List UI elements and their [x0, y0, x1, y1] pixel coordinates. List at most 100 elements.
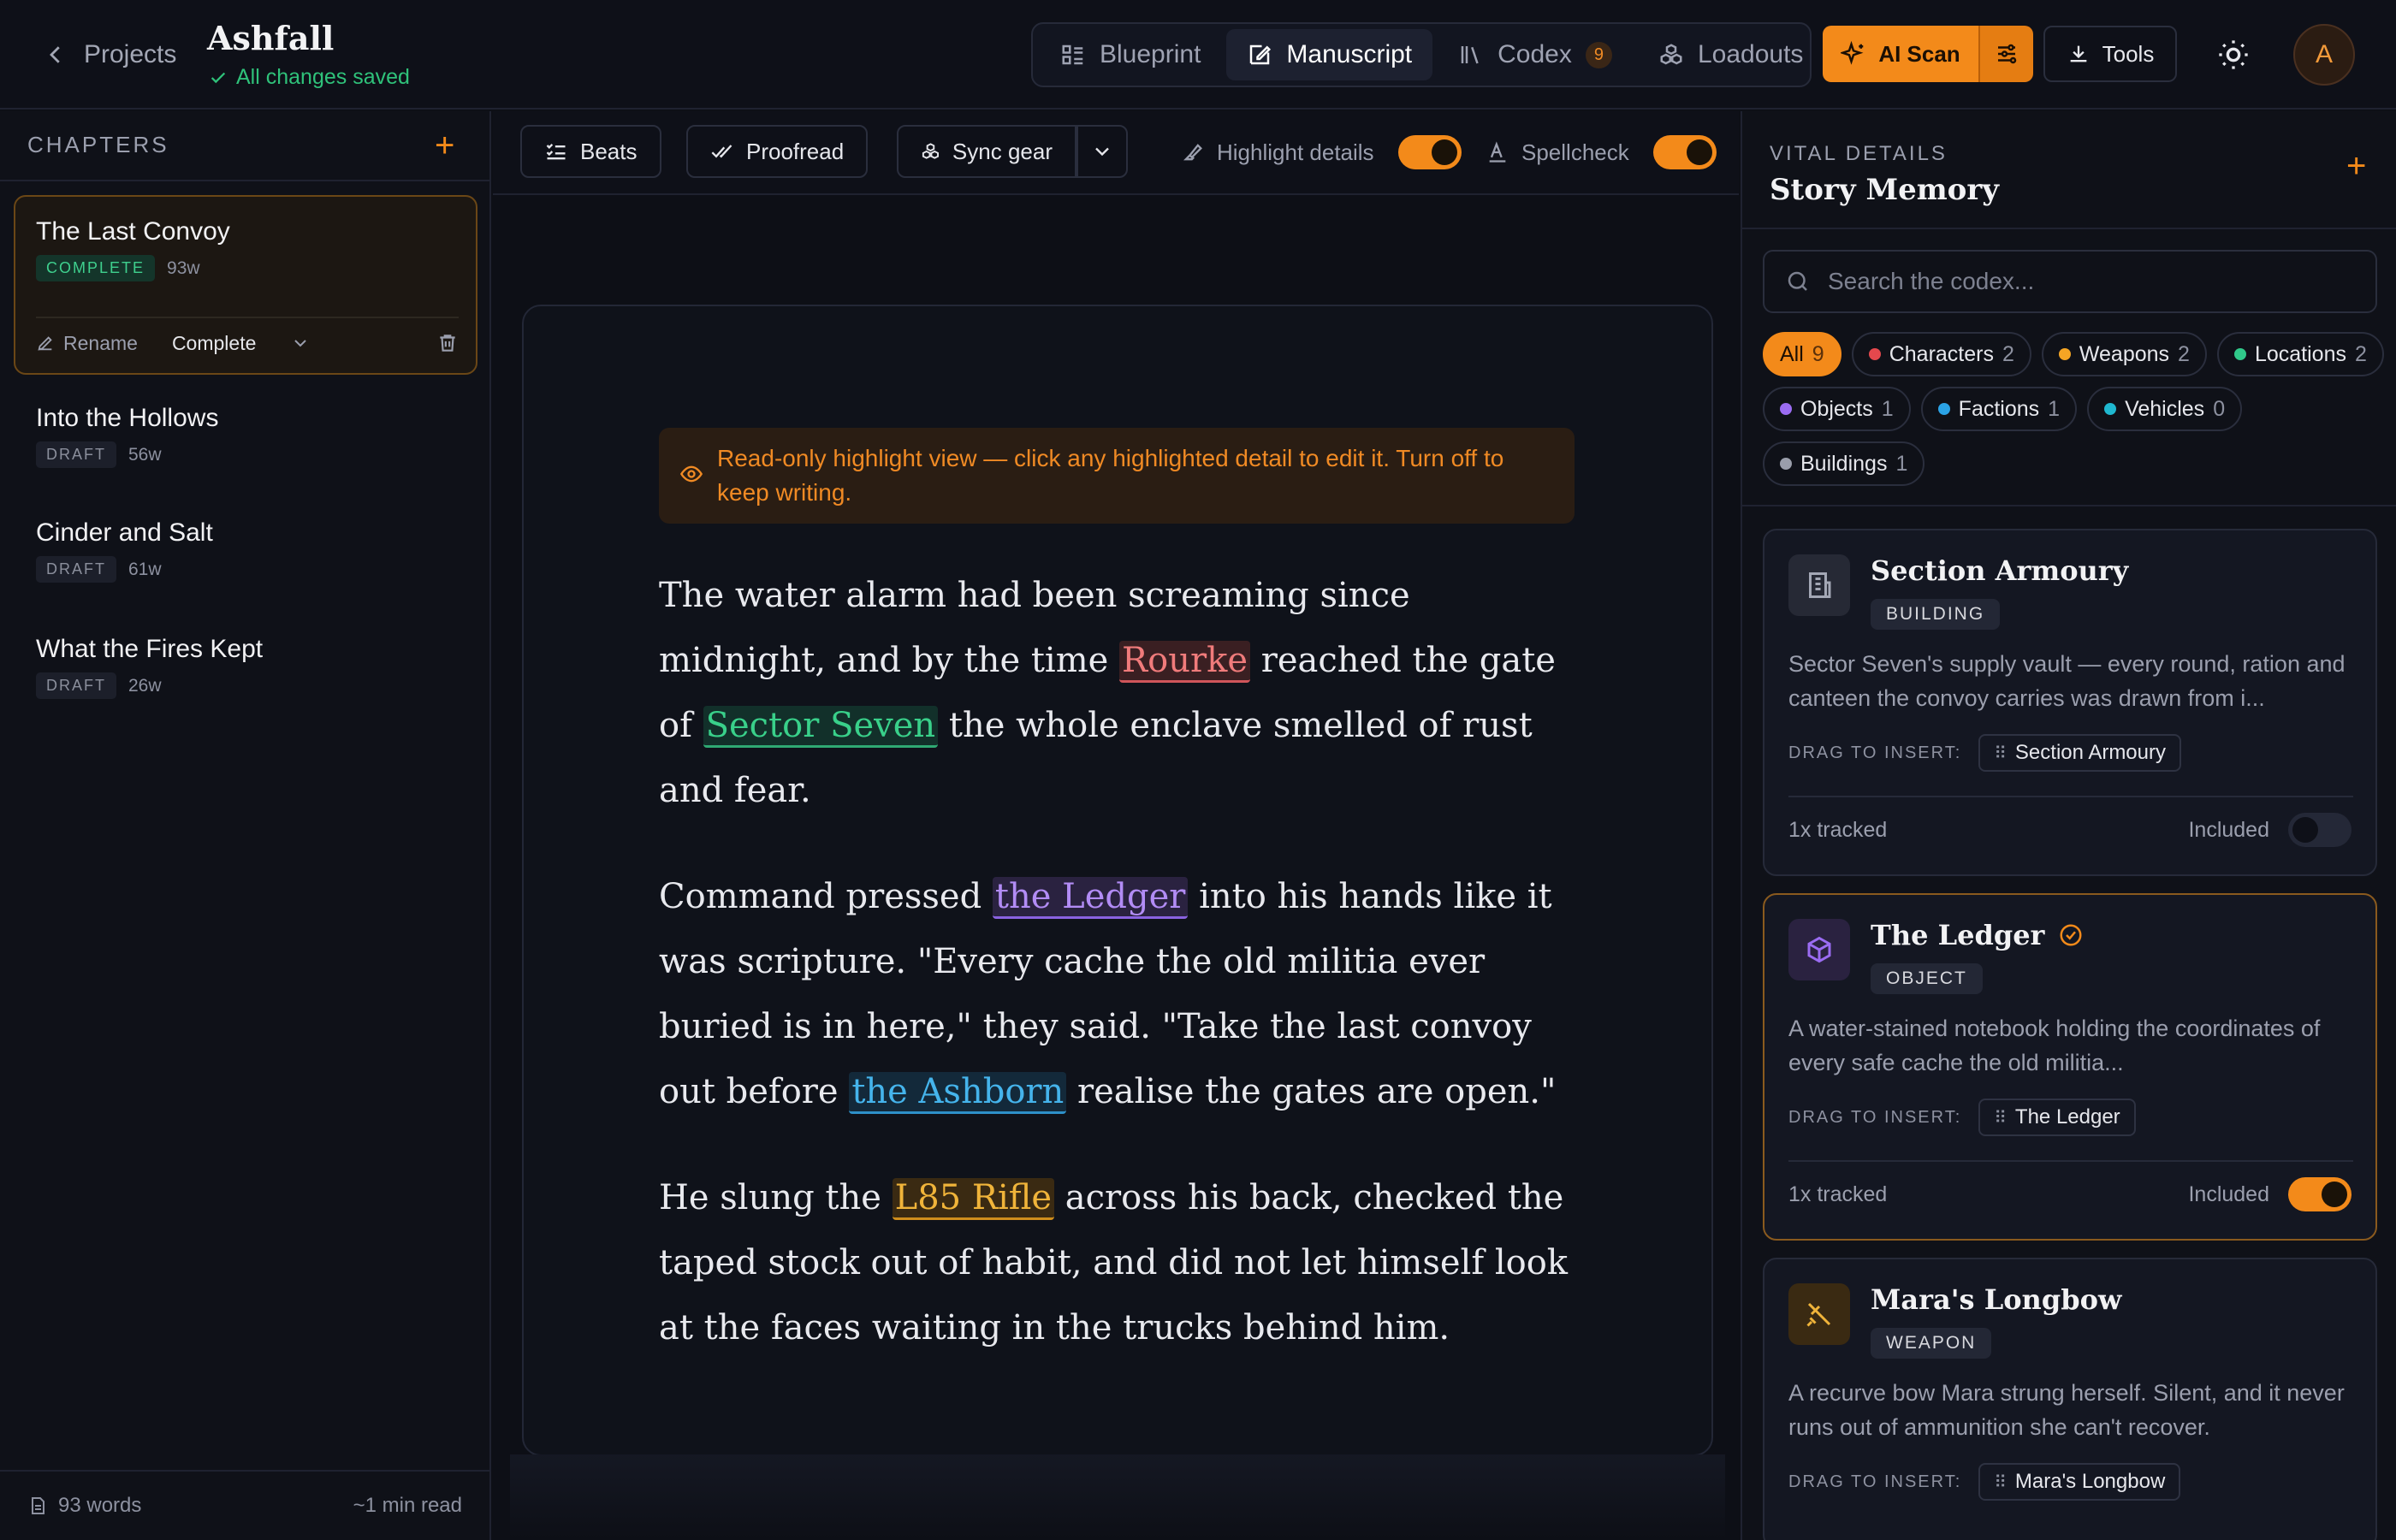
tab-label: Loadouts	[1697, 40, 1804, 68]
filter-chip-factions[interactable]: Factions 1	[1920, 387, 2078, 431]
chapter-status-select[interactable]: Complete	[172, 332, 311, 355]
chip-count: 1	[2048, 396, 2061, 421]
save-status-text: All changes saved	[236, 65, 410, 89]
word-count: 61w	[128, 559, 162, 579]
add-detail-button[interactable]: +	[2346, 149, 2366, 183]
chip-label: Characters	[1889, 341, 1994, 366]
highlighter-icon	[1183, 144, 1202, 161]
beats-label: Beats	[580, 138, 638, 164]
drag-pill[interactable]: ⠿ Section Armoury	[1978, 734, 2181, 772]
chevron-left-icon	[50, 46, 60, 63]
text-run: Command pressed	[659, 877, 993, 916]
chapters-sidebar: CHAPTERS + The Last Convoy COMPLETE 93w …	[0, 111, 491, 1540]
filter-chip-locations[interactable]: Locations 2	[2216, 332, 2384, 376]
filter-chip-all[interactable]: All 9	[1763, 332, 1841, 376]
back-to-projects-link[interactable]: Projects	[43, 38, 176, 72]
rename-button[interactable]: Rename	[36, 332, 138, 355]
drag-to-insert-row: DRAG TO INSERT: ⠿ Section Armoury	[1788, 734, 2181, 772]
filter-chip-weapons[interactable]: Weapons 2	[2041, 332, 2207, 376]
sync-gear-label: Sync gear	[952, 138, 1053, 164]
ai-scan-button[interactable]: AI Scan	[1823, 26, 1978, 82]
panel-label: VITAL DETAILS	[1770, 142, 1948, 165]
tab-loadouts[interactable]: Loadouts	[1638, 29, 1824, 80]
search-icon	[1788, 271, 1807, 291]
highlight-character[interactable]: Rourke	[1119, 641, 1251, 683]
document-icon	[32, 1497, 44, 1514]
edit-icon	[1250, 44, 1272, 65]
card-name: Section Armoury	[1871, 554, 2128, 587]
chip-count: 0	[2213, 396, 2226, 421]
status-select-value: Complete	[171, 331, 257, 354]
chip-label: Weapons	[2079, 341, 2170, 366]
editor-toolbar: Beats Proofread Sync gear Highlight deta…	[493, 111, 1739, 195]
boxes-icon	[1660, 44, 1682, 65]
ai-scan-label: AI Scan	[1878, 40, 1960, 67]
chapter-item[interactable]: Cinder and Salt DRAFT 61w	[36, 518, 213, 583]
chapter-item-active[interactable]: The Last Convoy COMPLETE 93w Rename Comp…	[14, 195, 477, 375]
spellcheck-toggle-row: Spellcheck	[1486, 135, 1717, 169]
highlight-weapon[interactable]: L85 Rifle	[892, 1178, 1055, 1220]
included-row: Included	[2188, 1177, 2352, 1211]
chip-count: 1	[1895, 451, 1908, 476]
highlight-faction[interactable]: the Ashborn	[849, 1072, 1067, 1114]
word-count: 26w	[128, 675, 162, 696]
back-label: Projects	[84, 40, 177, 68]
codex-search-input[interactable]: Search the codex...	[1763, 250, 2377, 313]
eye-icon	[679, 465, 703, 483]
included-toggle[interactable]	[2288, 813, 2352, 847]
sync-gear-menu-button[interactable]	[1076, 125, 1128, 178]
editor-area: Read-only highlight view — click any hig…	[493, 197, 1739, 1540]
included-toggle[interactable]	[2288, 1177, 2352, 1211]
verified-check-icon	[2060, 924, 2082, 946]
card-description: Sector Seven's supply vault — every roun…	[1788, 651, 2346, 711]
highlight-location[interactable]: Sector Seven	[703, 706, 939, 748]
tab-blueprint[interactable]: Blueprint	[1040, 29, 1221, 80]
sidebar-footer: 93 words ~1 min read	[0, 1470, 489, 1540]
codex-card-selected[interactable]: The Ledger OBJECT A water-stained notebo…	[1763, 893, 2377, 1241]
sync-gear-button[interactable]: Sync gear	[897, 125, 1076, 178]
chapters-heading: CHAPTERS	[27, 132, 169, 157]
dot-icon	[1780, 458, 1792, 470]
highlight-object[interactable]: the Ledger	[992, 877, 1189, 919]
proofread-button[interactable]: Proofread	[686, 125, 869, 178]
save-status: All changes saved	[209, 65, 410, 90]
drag-pill[interactable]: ⠿ Mara's Longbow	[1978, 1463, 2181, 1501]
codex-card[interactable]: Section Armoury BUILDING Sector Seven's …	[1763, 529, 2377, 876]
filter-chip-vehicles[interactable]: Vehicles 0	[2087, 387, 2243, 431]
tab-label: Manuscript	[1286, 40, 1413, 68]
add-chapter-button[interactable]: +	[435, 128, 454, 163]
highlight-details-toggle-row: Highlight details	[1181, 135, 1462, 169]
library-icon	[1461, 46, 1479, 64]
trash-icon[interactable]	[436, 332, 459, 354]
paragraph: Command pressed the Ledger into his hand…	[659, 864, 1583, 1124]
status-badge: DRAFT	[36, 672, 116, 699]
chapter-item[interactable]: Into the Hollows DRAFT 56w	[36, 404, 218, 468]
ai-scan-settings-button[interactable]	[1978, 26, 2033, 82]
filter-chip-buildings[interactable]: Buildings 1	[1763, 441, 1925, 486]
tools-button[interactable]: Tools	[2043, 26, 2177, 82]
rename-label: Rename	[63, 331, 138, 354]
manuscript-page: Read-only highlight view — click any hig…	[522, 305, 1713, 1456]
chip-count: 2	[2002, 341, 2014, 366]
boxes-icon	[922, 143, 940, 159]
sun-icon[interactable]	[2216, 38, 2251, 72]
beats-button[interactable]: Beats	[520, 125, 661, 178]
card-description: A water-stained notebook holding the coo…	[1788, 1016, 2321, 1075]
chapter-item[interactable]: What the Fires Kept DRAFT 26w	[36, 635, 263, 699]
spellcheck-toggle[interactable]	[1652, 135, 1717, 169]
tracked-count: 1x tracked	[1788, 1182, 1888, 1206]
drag-label: DRAG TO INSERT:	[1788, 1107, 1962, 1127]
filter-chip-objects[interactable]: Objects 1	[1763, 387, 1911, 431]
chapter-name: The Last Convoy	[36, 217, 230, 246]
drag-pill[interactable]: ⠿ The Ledger	[1978, 1099, 2136, 1136]
filter-chip-characters[interactable]: Characters 2	[1851, 332, 2031, 376]
card-icon-box	[1788, 1283, 1850, 1345]
tab-manuscript[interactable]: Manuscript	[1226, 29, 1433, 80]
highlight-details-toggle[interactable]	[1397, 135, 1462, 169]
avatar[interactable]: A	[2293, 24, 2355, 86]
codex-card[interactable]: Mara's Longbow WEAPON A recurve bow Mara…	[1763, 1258, 2377, 1540]
chevron-down-icon	[1095, 147, 1109, 157]
tab-codex[interactable]: Codex 9	[1438, 29, 1633, 80]
manuscript-text: The water alarm had been screaming since…	[659, 563, 1583, 1401]
chip-count: 2	[2354, 341, 2367, 366]
